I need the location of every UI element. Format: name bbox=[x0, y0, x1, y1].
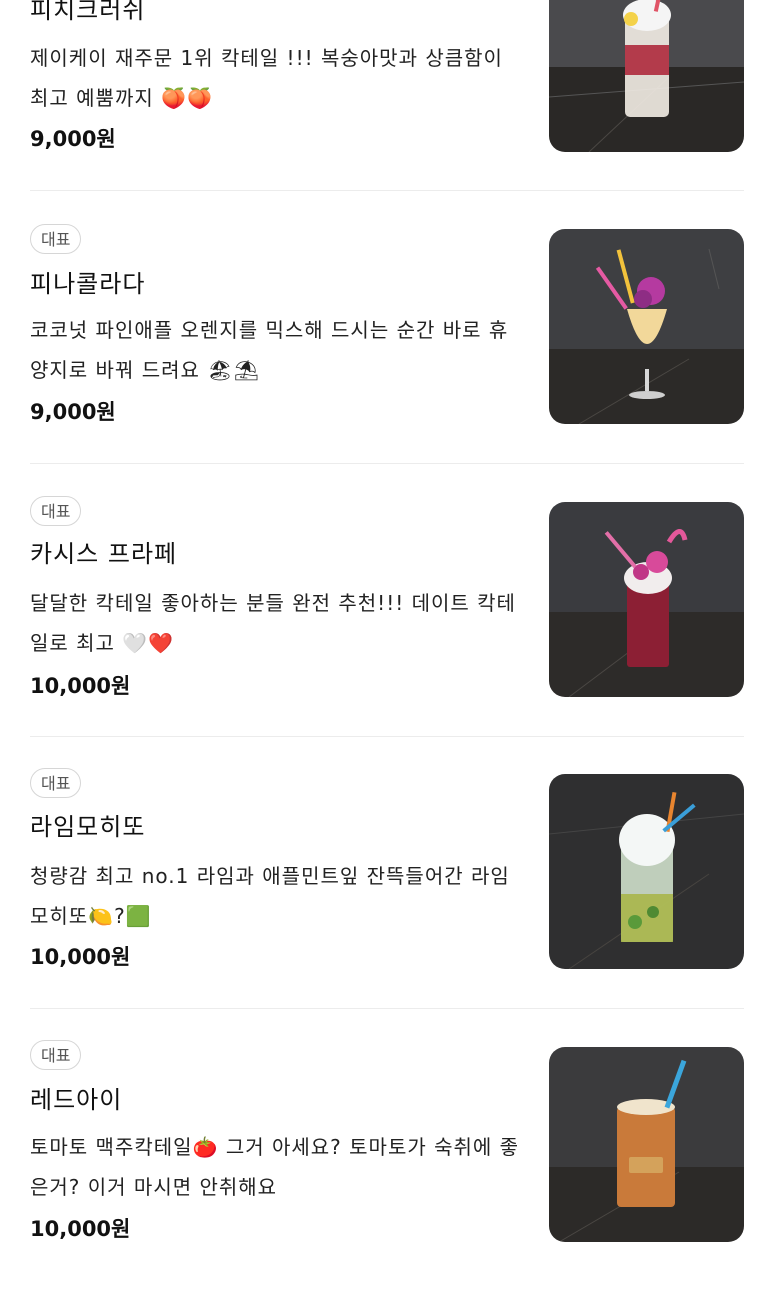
menu-item-description: 토마토 맥주칵테일🍅 그거 아세요? 토마토가 숙취에 좋은거? 이거 마시면 … bbox=[30, 1135, 520, 1199]
menu-item-description: 코코넛 파인애플 오렌지를 믹스해 드시는 순간 바로 휴양지로 바꿔 드려요 … bbox=[30, 318, 509, 382]
menu-item-description: 달달한 칵테일 좋아하는 분들 완전 추천!!! 데이트 칵테일로 최고 🤍❤️ bbox=[30, 591, 516, 655]
item-divider bbox=[30, 190, 744, 191]
signature-badge: 대표 bbox=[30, 768, 82, 798]
menu-item-price: 10,000원 bbox=[30, 674, 131, 698]
item-divider bbox=[30, 736, 744, 737]
menu-item-name: 피치크러쉬 bbox=[30, 0, 146, 24]
menu-item-photo[interactable] bbox=[549, 774, 744, 969]
menu-item-photo[interactable] bbox=[549, 502, 744, 697]
cocktail-photo-icon bbox=[549, 502, 744, 697]
menu-item-name: 카시스 프라페 bbox=[30, 540, 178, 568]
menu-item-price: 10,000원 bbox=[30, 1217, 131, 1241]
menu-item-name: 라임모히또 bbox=[30, 813, 146, 841]
signature-badge: 대표 bbox=[30, 224, 82, 254]
menu-item-description: 청량감 최고 no.1 라임과 애플민트잎 잔뜩들어간 라임모히또🍋?🟩 bbox=[30, 864, 510, 928]
cocktail-photo-icon bbox=[549, 1047, 744, 1242]
menu-item-description: 제이케이 재주문 1위 칵테일 !!! 복숭아맛과 상큼함이 최고 예뿜까지 🍑… bbox=[30, 46, 503, 110]
menu-item-photo[interactable] bbox=[549, 0, 744, 152]
item-divider bbox=[30, 463, 744, 464]
item-divider bbox=[30, 1008, 744, 1009]
signature-badge: 대표 bbox=[30, 496, 82, 526]
menu-item-peach-crush[interactable]: 피치크러쉬 제이케이 재주문 1위 칵테일 !!! 복숭아맛과 상큼함이 최고 … bbox=[0, 0, 773, 244]
cocktail-photo-icon bbox=[549, 229, 744, 424]
menu-item-photo[interactable] bbox=[549, 1047, 744, 1242]
menu-item-photo[interactable] bbox=[549, 229, 744, 424]
menu-item-name: 피나콜라다 bbox=[30, 270, 146, 298]
menu-item-name: 레드아이 bbox=[30, 1086, 123, 1114]
menu-item-cassis-frappe[interactable]: 대표 카시스 프라페 달달한 칵테일 좋아하는 분들 완전 추천!!! 데이트 … bbox=[0, 496, 773, 768]
menu-item-red-eye[interactable]: 대표 레드아이 토마토 맥주칵테일🍅 그거 아세요? 토마토가 숙취에 좋은거?… bbox=[0, 1040, 773, 1312]
cocktail-photo-icon bbox=[549, 774, 744, 969]
menu-item-pina-colada[interactable]: 대표 피나콜라다 코코넛 파인애플 오렌지를 믹스해 드시는 순간 바로 휴양지… bbox=[0, 224, 773, 496]
menu-item-price: 9,000원 bbox=[30, 127, 116, 151]
signature-badge: 대표 bbox=[30, 1040, 82, 1070]
menu-list: 피치크러쉬 제이케이 재주문 1위 칵테일 !!! 복숭아맛과 상큼함이 최고 … bbox=[0, 0, 773, 1244]
menu-item-price: 9,000원 bbox=[30, 400, 116, 424]
menu-item-lime-mojito[interactable]: 대표 라임모히또 청량감 최고 no.1 라임과 애플민트잎 잔뜩들어간 라임모… bbox=[0, 768, 773, 1040]
menu-item-price: 10,000원 bbox=[30, 945, 131, 969]
cocktail-photo-icon bbox=[549, 0, 744, 152]
